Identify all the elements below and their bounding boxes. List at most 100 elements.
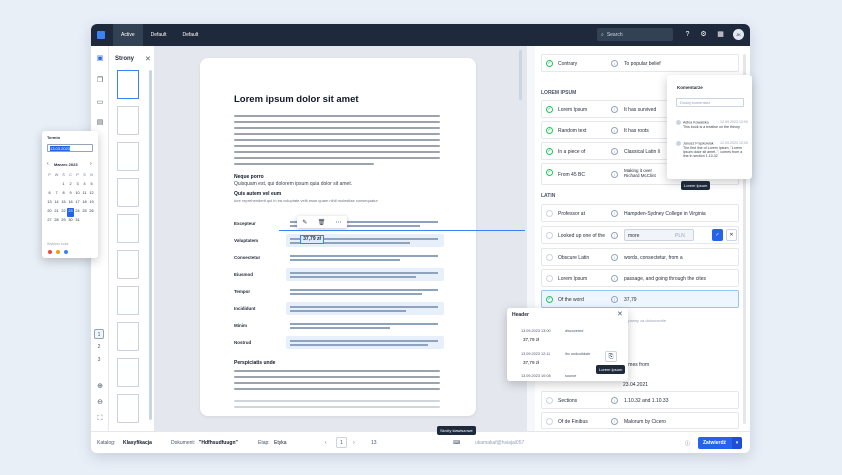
more-icon[interactable]: ⋯ [336,219,342,226]
calendar-day[interactable]: 3 [74,181,81,190]
page-thumbnail[interactable] [117,178,139,207]
calendar-day[interactable]: 29 [60,217,67,226]
prev-month-icon[interactable]: ‹ [47,161,49,167]
keyboard-icon[interactable]: ⌨ [453,440,460,446]
page-thumbnail[interactable] [117,142,139,171]
document-scrollbar[interactable] [519,50,522,100]
link-text[interactable]: ukamakaf@hsiajai057 [475,440,524,446]
calendar-day[interactable]: 24 [74,208,81,217]
calendar-day[interactable]: 21 [53,208,60,217]
apps-grid-icon[interactable]: ▦ [716,30,725,39]
page-thumbnail[interactable] [117,286,139,315]
calendar-day[interactable]: 7 [53,190,60,199]
zoom-in-icon[interactable]: ⊕ [95,382,105,391]
page-input[interactable]: 1 [336,437,347,448]
highlighted-value[interactable]: 37,79 zł [300,235,324,244]
color-swatch-blue[interactable] [64,250,68,254]
calendar-day[interactable]: 6 [46,190,53,199]
confirm-check-icon[interactable]: ✓ [712,229,723,241]
close-icon[interactable]: ✕ [145,55,151,63]
pages-icon[interactable]: ▣ [95,54,105,63]
color-swatch-orange[interactable] [56,250,60,254]
calendar-day[interactable]: 10 [74,190,81,199]
field-row[interactable]: Professor at i Hampden-Sydney College in V… [541,204,739,222]
close-icon[interactable]: ✕ [617,310,623,318]
field-row[interactable]: ✓ Contrary i To popular belief [541,54,739,72]
section-header-lorem[interactable]: LOREM IPSUM [541,90,576,96]
calendar-day[interactable]: 23 [67,208,74,217]
calendar-icon[interactable]: ▤ [95,118,105,127]
calendar-day[interactable]: 27 [46,217,53,226]
calendar-day[interactable]: 31 [74,217,81,226]
field-row[interactable]: Obscure Latin i words, consectetur, from a [541,248,739,266]
calendar-day[interactable]: 14 [53,199,60,208]
calendar-day[interactable]: 25 [81,208,88,217]
avatar[interactable]: JK [733,29,744,40]
calendar-day[interactable]: 2 [67,181,74,190]
pages-scrollbar[interactable] [149,70,152,420]
fullscreen-icon[interactable]: ⛶ [95,414,105,423]
page-thumbnail[interactable] [117,322,139,351]
calendar-day[interactable]: 9 [67,190,74,199]
trash-icon[interactable]: 🗑 [318,219,326,226]
pager-page-2[interactable]: 2 [94,342,104,352]
calendar-day[interactable]: 8 [60,190,67,199]
help-icon[interactable]: ? [683,30,692,39]
field-row[interactable]: Sections i 1.10.32 and 1.10.33 [541,391,739,409]
comment-input[interactable]: Dodaj komentarz [676,98,744,107]
calendar-day[interactable]: 4 [81,181,88,190]
calendar-day[interactable]: 16 [67,199,74,208]
cancel-x-icon[interactable]: ✕ [726,229,737,241]
info-icon: i [611,275,618,282]
page-thumbnail[interactable] [117,358,139,387]
page-thumbnail[interactable] [117,70,139,99]
calendar-day[interactable]: 5 [88,181,95,190]
tab-active[interactable]: Active [113,24,143,46]
page-thumbnail[interactable] [117,250,139,279]
copy-icon[interactable]: ❐ [95,76,105,85]
pager-page-3[interactable]: 3 [94,355,104,365]
section-header-latin[interactable]: LATIN [541,193,555,199]
status-circle [546,275,553,282]
field-row[interactable]: Looked up one of the i more PLN ✓ ✕ [541,226,739,244]
weekday-label: Ś [62,173,65,177]
calendar-day[interactable]: 13 [46,199,53,208]
tab-default-1[interactable]: Default [143,24,175,46]
calendar-day[interactable]: 12 [88,190,95,199]
calendar-day[interactable]: 26 [88,208,95,217]
calendar-day[interactable]: 30 [67,217,74,226]
calendar-day[interactable]: 15 [60,199,67,208]
gear-icon[interactable]: ⚙ [699,30,708,39]
search-input[interactable]: ⌕ Search [597,28,673,41]
field-row-active[interactable]: ✓ Of the word i 37,79 [541,290,739,308]
edit-icon[interactable]: ✎ [302,219,307,226]
chevron-down-icon[interactable]: ▾ [732,437,742,449]
calendar-day[interactable]: 17 [74,199,81,208]
section-heading: Neque porro [234,174,264,180]
amount-input[interactable]: more PLN [624,229,694,241]
zoom-out-icon[interactable]: ⊖ [95,398,105,407]
prev-page-icon[interactable]: ‹ [325,440,327,446]
page-thumbnail[interactable] [117,106,139,135]
calendar-day[interactable]: 20 [46,208,53,217]
calendar-day[interactable]: 22 [60,208,67,217]
field-row[interactable]: Lorem Ipsum i passage, and going through t… [541,269,739,287]
comment-icon[interactable]: ▭ [95,98,105,107]
calendar-day[interactable]: 11 [81,190,88,199]
color-swatch-red[interactable] [48,250,52,254]
next-page-icon[interactable]: › [353,440,355,446]
page-thumbnail[interactable] [117,394,139,423]
date-input[interactable]: 13.03.2023 [47,144,93,152]
pager-page-1[interactable]: 1 [94,329,104,339]
info-icon[interactable]: ⓘ [685,440,690,447]
calendar-day[interactable]: 19 [88,199,95,208]
tab-default-2[interactable]: Default [174,24,206,46]
calendar-day[interactable]: 18 [81,199,88,208]
calendar-day[interactable]: 28 [53,217,60,226]
next-month-icon[interactable]: › [90,161,92,167]
calendar-day[interactable]: 1 [60,181,67,190]
restore-icon[interactable]: ⎘ [605,351,617,362]
confirm-button[interactable]: Zatwierdź [698,437,734,449]
page-thumbnail[interactable] [117,214,139,243]
field-row[interactable]: Of de Finibus i Malorum by Cicero [541,412,739,429]
